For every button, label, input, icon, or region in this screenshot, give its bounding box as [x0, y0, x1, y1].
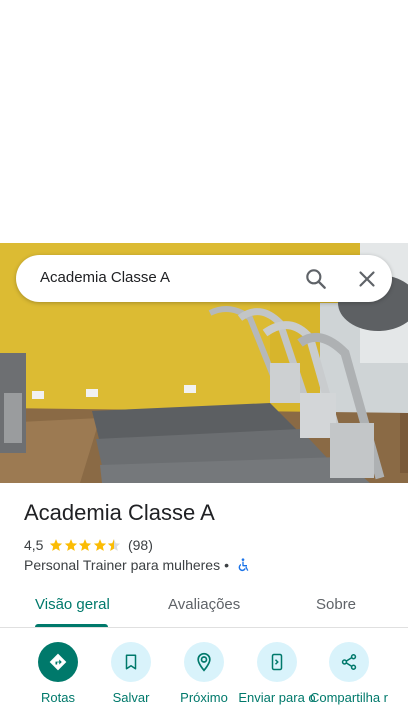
separator-dot: •: [224, 557, 230, 573]
send-to-phone-label: Enviar para o: [238, 690, 316, 705]
search-icon[interactable]: [303, 266, 329, 292]
bookmark-icon[interactable]: [111, 642, 151, 682]
rating-row[interactable]: 4,5 (98): [24, 536, 153, 554]
directions-label: Rotas: [41, 690, 75, 705]
search-bar[interactable]: Academia Classe A: [16, 255, 392, 302]
tab-overview[interactable]: Visão geral: [35, 596, 110, 613]
rating-value: 4,5: [24, 537, 44, 553]
nearby-button[interactable]: Próximo: [164, 642, 244, 706]
save-button[interactable]: Salvar: [91, 642, 171, 706]
star-icon: [93, 539, 107, 551]
tab-reviews[interactable]: Avaliações: [168, 596, 240, 613]
place-tabs: Visão geral Avaliações Sobre: [0, 585, 408, 628]
star-icon: [50, 539, 63, 551]
category-row: Personal Trainer para mulheres •: [24, 556, 251, 574]
map-blank-area: [0, 0, 408, 243]
search-query[interactable]: Academia Classe A: [40, 269, 170, 286]
wheelchair-accessible-icon: [238, 558, 249, 572]
nearby-icon[interactable]: [184, 642, 224, 682]
nearby-label: Próximo: [180, 690, 228, 705]
send-to-phone-icon[interactable]: [257, 642, 297, 682]
send-to-phone-button[interactable]: Enviar para o: [237, 642, 317, 706]
share-icon[interactable]: [329, 642, 369, 682]
share-button[interactable]: Compartilha r: [309, 642, 389, 706]
save-label: Salvar: [112, 690, 150, 705]
directions-icon[interactable]: [38, 642, 78, 682]
tab-about[interactable]: Sobre: [316, 596, 356, 613]
star-icon: [79, 539, 92, 551]
active-tab-indicator: [35, 624, 108, 627]
star-rating: [49, 538, 122, 552]
share-label: Compartilha r: [309, 690, 389, 705]
place-title: Academia Classe A: [24, 500, 215, 525]
close-icon[interactable]: [354, 266, 380, 292]
directions-button[interactable]: Rotas: [18, 642, 98, 706]
star-icon: [64, 539, 78, 551]
place-category: Personal Trainer para mulheres: [24, 557, 221, 573]
review-count[interactable]: (98): [128, 537, 153, 553]
action-buttons: Rotas Salvar Próximo Enviar para o Compa…: [0, 642, 408, 726]
star-half-icon: [108, 539, 121, 551]
